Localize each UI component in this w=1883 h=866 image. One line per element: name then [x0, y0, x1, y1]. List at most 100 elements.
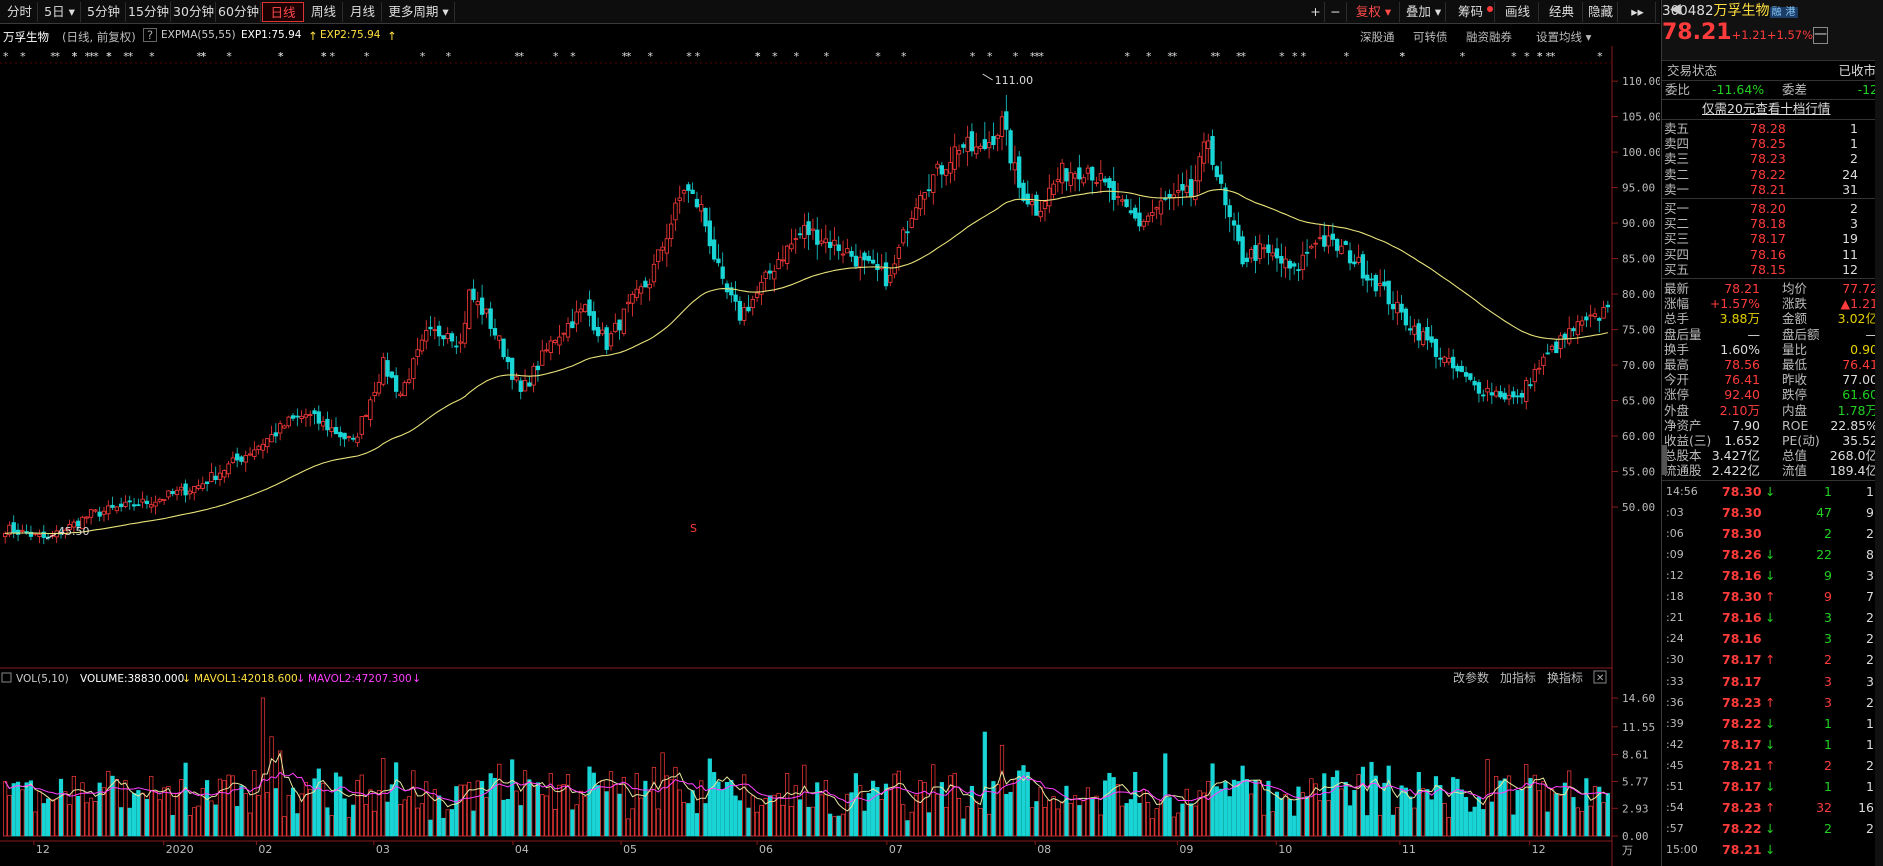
stat-row: 换手 1.60% 量比 0.90 — [1662, 342, 1883, 357]
link-convertible-bond[interactable]: 可转债 — [1413, 29, 1448, 45]
toolbar-button-1[interactable]: − — [1325, 2, 1347, 22]
volume-bar — [325, 807, 330, 837]
tick-arrow-icon: ↓ — [1765, 842, 1776, 858]
stock-header: ◀ 300482万孚生物融港78.21+1.21+1.57%一 — [1662, 0, 1883, 60]
period-3[interactable]: 15分钟 — [127, 2, 171, 22]
help-icon[interactable]: ? — [143, 28, 158, 42]
promo-link[interactable]: 仅需20元查看十档行情 — [1702, 101, 1830, 116]
toolbar-button-0[interactable]: + — [1307, 2, 1325, 22]
stat-value: 7.90 — [1732, 417, 1760, 433]
volume-bar — [58, 778, 64, 837]
tick-count: 9 — [1866, 504, 1874, 520]
volume-bar — [1210, 763, 1215, 837]
volume-bar — [1378, 814, 1383, 837]
volume-bar — [385, 801, 390, 837]
bid-price: 78.16 — [1750, 246, 1786, 262]
signal-star-icon: * — [987, 50, 993, 63]
volume-bar — [316, 768, 321, 837]
volume-bar — [660, 752, 665, 837]
volume-bar — [1317, 800, 1323, 837]
panel-collapse-handle[interactable] — [1662, 445, 1667, 475]
volume-bar — [561, 783, 566, 837]
volume-bar — [1511, 814, 1516, 837]
price-tick-label: 75.00 — [1622, 324, 1655, 337]
volume-bar — [978, 808, 983, 837]
volume-bar — [1408, 796, 1413, 837]
volume-bar — [1571, 797, 1576, 837]
tick-row: :33 78.17 3 3 — [1662, 674, 1883, 689]
volume-bar — [269, 736, 274, 837]
tick-arrow-icon: ↑ — [1765, 589, 1776, 605]
link-shengutong[interactable]: 深股通 — [1360, 29, 1395, 45]
mavol2-value: MAVOL2:47207.300 — [308, 673, 412, 685]
kline-chart[interactable]: 110.00105.00100.0095.0090.0085.0080.0075… — [0, 46, 1660, 866]
period-4[interactable]: 30分钟 — [172, 2, 216, 22]
period-7[interactable]: 周线 — [305, 2, 343, 22]
volume-bar — [1279, 797, 1284, 837]
volume-bar — [1274, 791, 1280, 837]
volume-tick-label: 8.61 — [1622, 749, 1649, 762]
toolbar-button-5[interactable]: 画线 — [1497, 2, 1539, 22]
minimize-button[interactable]: 一 — [1813, 27, 1829, 44]
period-8[interactable]: 月线 — [344, 2, 382, 22]
toolbar-button-6[interactable]: 经典 — [1541, 2, 1583, 22]
add-indicator-link[interactable]: 加指标 — [1500, 670, 1536, 685]
volume-bar — [1425, 789, 1430, 837]
signal-star-icon: * — [1524, 50, 1530, 63]
volume-indicator-name[interactable]: VOL(5,10) — [16, 673, 69, 685]
period-2[interactable]: 5分钟 — [82, 2, 126, 22]
volume-bar — [1176, 812, 1181, 837]
volume-bar — [1107, 772, 1112, 837]
set-ma-dropdown[interactable]: 设置均线 ▾ — [1536, 29, 1591, 45]
stat-label: PE(动) — [1782, 433, 1820, 448]
volume-bar — [376, 790, 382, 837]
indicator-name[interactable]: EXPMA(55,55) — [161, 29, 236, 41]
volume-bar — [278, 750, 283, 837]
back-arrow-icon[interactable]: ◀ — [1670, 1, 1681, 17]
promo-row[interactable]: 仅需20元查看十档行情 — [1662, 101, 1883, 116]
volume-bar — [677, 789, 682, 837]
tick-scrollbar[interactable] — [1875, 40, 1883, 866]
stat-value: 1.652 — [1724, 433, 1760, 448]
toolbar-end-arrows[interactable]: ▸▸ — [1620, 2, 1656, 22]
volume-bar — [273, 788, 278, 837]
volume-bar — [686, 803, 691, 837]
volume-bar — [119, 807, 124, 837]
candle — [583, 303, 588, 313]
toolbar-button-2[interactable]: 复权 ▾ — [1348, 2, 1400, 22]
bid-label: 买四 — [1664, 246, 1690, 262]
volume-bar — [303, 782, 309, 837]
link-margin-trading[interactable]: 融资融券 — [1466, 29, 1512, 45]
volume-bar — [789, 806, 794, 837]
signal-star-icon: * — [1460, 50, 1466, 63]
stat-value: 1.78万 — [1837, 402, 1878, 418]
toolbar-button-7[interactable]: 隐藏 — [1584, 2, 1618, 22]
close-glyph: ✕ — [1596, 673, 1604, 684]
volume-bar — [1515, 790, 1520, 837]
toolbar-button-4[interactable]: 筹码 — [1447, 2, 1495, 22]
volume-bar — [106, 770, 111, 837]
volume-bar — [428, 819, 433, 837]
volume-bar — [617, 793, 622, 837]
switch-indicator-link[interactable]: 换指标 — [1547, 670, 1583, 685]
stat-value: 76.41 — [1842, 357, 1878, 372]
arrow-up-icon: ↑ — [387, 29, 397, 43]
price-tick-label: 55.00 — [1622, 466, 1655, 479]
price-change: +1.21 — [1731, 28, 1767, 42]
divider — [1662, 60, 1883, 61]
ask-label: 卖一 — [1664, 181, 1690, 197]
volume-value: VOLUME:38830.000 — [80, 673, 184, 685]
tick-count: 3 — [1866, 673, 1874, 689]
signal-star-icon: * — [1546, 50, 1552, 63]
volume-bar — [67, 804, 72, 837]
volume-bar — [729, 780, 734, 837]
toolbar-button-3[interactable]: 叠加 ▾ — [1402, 2, 1446, 22]
change-params-link[interactable]: 改参数 — [1453, 670, 1489, 685]
period-9[interactable]: 更多周期 ▾ — [383, 2, 455, 22]
period-5[interactable]: 60分钟 — [217, 2, 261, 22]
exp2-value: EXP2:75.94 — [320, 29, 381, 41]
period-6[interactable]: 日线 — [262, 2, 304, 22]
period-1[interactable]: 5日 ▾ — [39, 2, 81, 22]
period-0[interactable]: 分时 — [2, 2, 38, 22]
trade-status-label: 交易状态 — [1667, 63, 1718, 78]
